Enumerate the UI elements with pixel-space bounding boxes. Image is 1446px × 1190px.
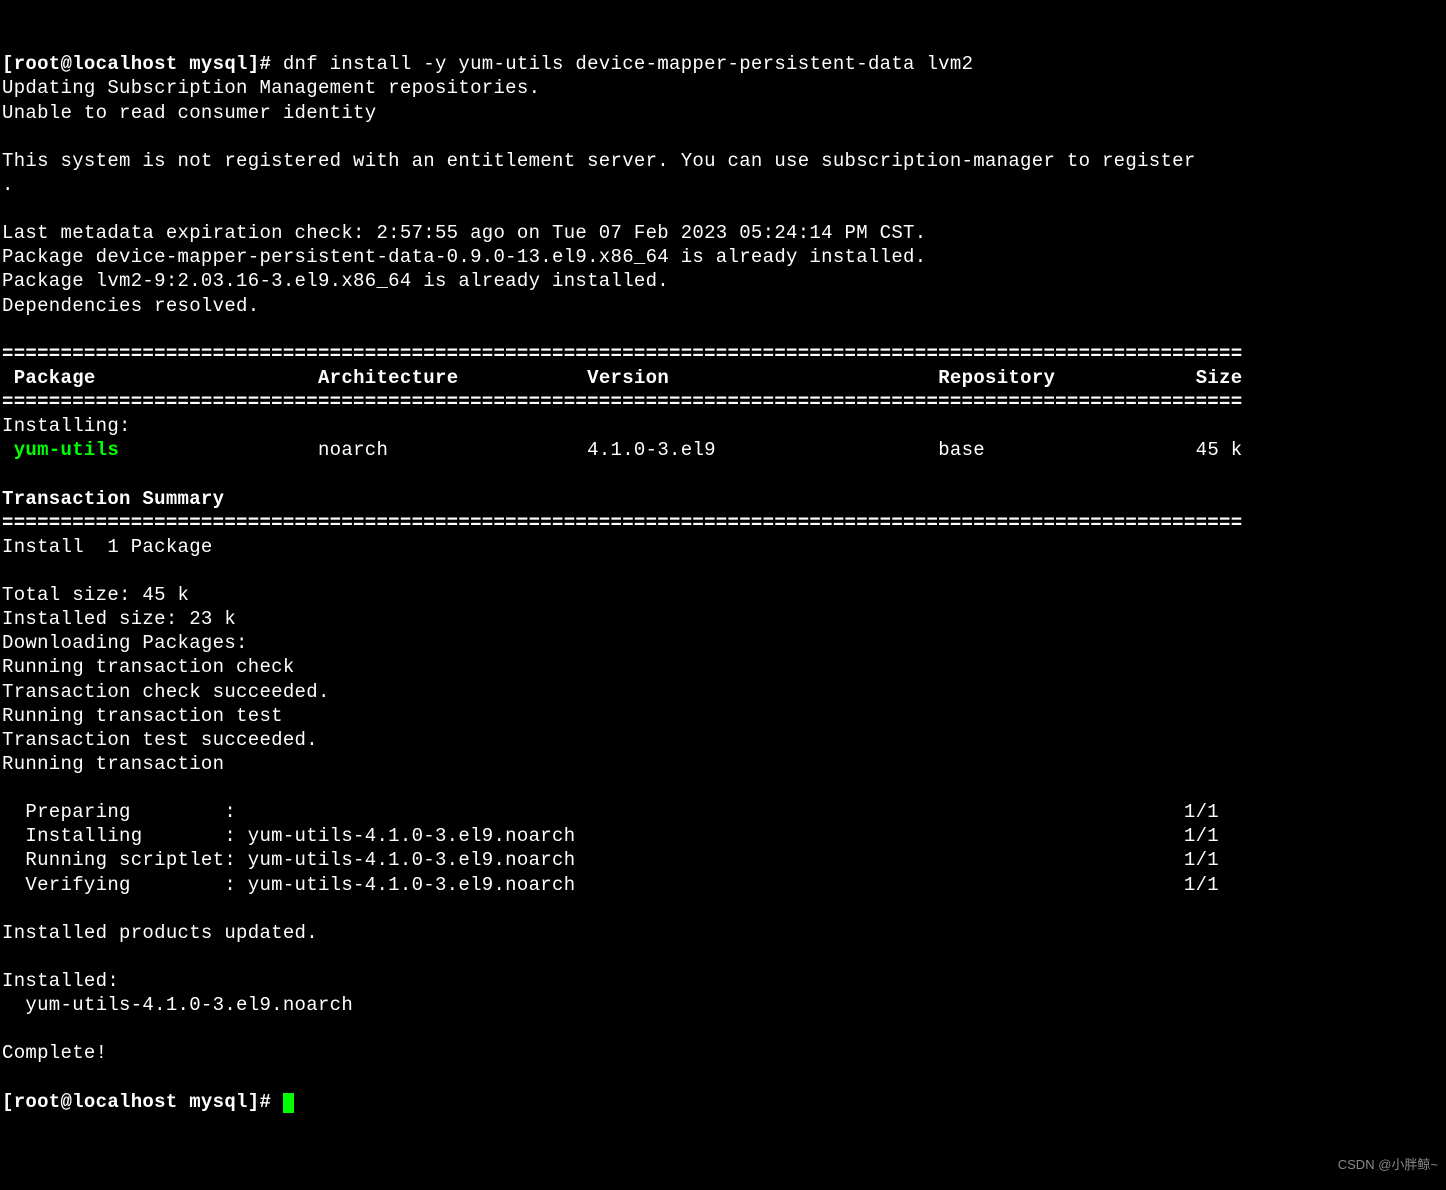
preamble-block: Updating Subscription Management reposit… [2, 76, 1444, 317]
hdr-package: Package [2, 367, 96, 389]
prompt-end: [root@localhost mysql]# [2, 1091, 283, 1113]
pkg-repo: base [938, 439, 985, 461]
prompt-start: [root@localhost mysql]# [2, 53, 283, 75]
hdr-repo: Repository [938, 367, 1055, 389]
installing-label: Installing: [2, 415, 131, 437]
hdr-arch: Architecture [318, 367, 458, 389]
footer-block: Total size: 45 k Installed size: 23 k Do… [2, 559, 1444, 776]
watermark: CSDN @小胖鲸~ [1338, 1157, 1438, 1174]
pkg-name: yum-utils [2, 439, 119, 461]
divider-mid: ========================================… [2, 391, 1242, 413]
command: dnf install -y yum-utils device-mapper-p… [283, 53, 973, 75]
cursor[interactable] [283, 1093, 294, 1113]
pkg-arch: noarch [318, 439, 388, 461]
summary-label: Transaction Summary [2, 488, 224, 510]
pkg-version: 4.1.0-3.el9 [587, 439, 716, 461]
divider-top: ========================================… [2, 343, 1242, 365]
transaction-block: Preparing : 1/1 Installing : yum-utils-4… [2, 800, 1444, 897]
hdr-version: Version [587, 367, 669, 389]
divider-bot: ========================================… [2, 512, 1242, 534]
pkg-size: 45 k [1196, 439, 1243, 461]
post-transaction-block: Installed products updated. Installed: y… [2, 921, 1444, 1066]
install-count: Install 1 Package [2, 536, 213, 558]
hdr-size: Size [1196, 367, 1243, 389]
